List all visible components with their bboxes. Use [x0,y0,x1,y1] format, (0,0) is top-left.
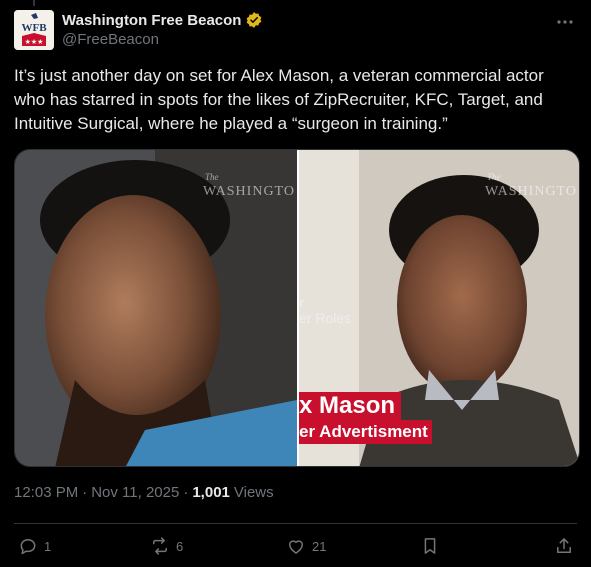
verified-badge-icon [245,11,263,29]
like-icon [289,540,303,554]
meta-separator: · [82,484,88,501]
author-display-name[interactable]: Washington Free Beacon [62,12,241,29]
repost-button[interactable]: 6 [150,530,183,562]
watermark-right: The WASHINGTO [485,172,577,199]
share-button[interactable] [554,530,574,562]
media-image-right[interactable]: The WASHINGTO r er Roles x Mason er Adve… [299,150,579,466]
reply-count: 1 [44,538,52,554]
divider-line [14,523,577,524]
bookmark-button[interactable] [420,530,440,562]
post-meta: 12:03 PM · Nov 11, 2025 · 1,001 Views [14,484,274,501]
post-text: It’s just another day on set for Alex Ma… [14,66,544,133]
more-icon[interactable] [553,12,577,32]
media-image-left[interactable]: The WASHINGTO [15,150,297,466]
watermark-left: The WASHINGTO [203,172,295,199]
post-header: WFB ★★★ Washington Free Beacon @FreeBeac… [14,10,577,50]
overlay-sub-caption: er Advertisment [299,420,432,444]
post-media[interactable]: The WASHINGTO The WASHINGTO r er Roles x… [14,149,580,467]
reply-icon [20,539,36,555]
bookmark-icon [424,538,436,554]
thread-connector-line [33,0,35,6]
overlay-role-caption: r er Roles [299,295,352,326]
post-time[interactable]: 12:03 PM [14,484,78,501]
repost-count: 6 [176,538,184,554]
views-label: Views [233,484,274,501]
action-bar: 1 6 21 [14,530,577,562]
free-beacon-logo: WFB ★★★ [14,10,54,50]
name-row: Washington Free Beacon [62,11,263,29]
like-button[interactable]: 21 [286,530,326,562]
meta-separator: · [183,484,189,501]
post-date[interactable]: Nov 11, 2025 [91,484,179,501]
author-handle[interactable]: @FreeBeacon [62,31,159,48]
svg-text:★★★: ★★★ [25,38,44,46]
repost-icon [153,537,167,555]
like-count: 21 [312,538,327,554]
svg-text:WFB: WFB [21,22,47,34]
share-icon [557,538,571,553]
avatar[interactable]: WFB ★★★ [14,10,54,50]
reply-button[interactable]: 1 [18,530,51,562]
overlay-name-caption: x Mason [299,392,402,420]
views-count: 1,001 [192,484,230,501]
